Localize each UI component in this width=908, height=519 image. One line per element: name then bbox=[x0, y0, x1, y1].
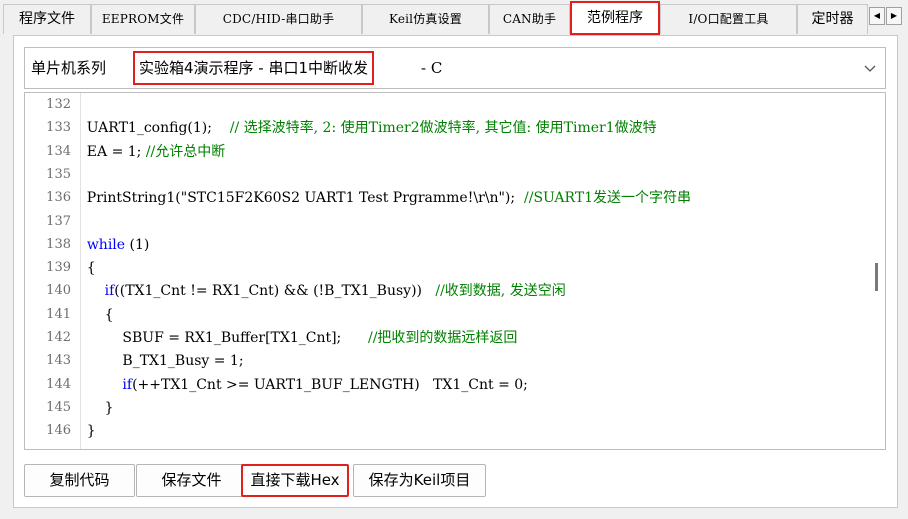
code-text: SBUF = RX1_Buffer[TX1_Cnt]; //把收到的数据远样返回 bbox=[69, 326, 517, 350]
tab-strip: 程序文件 EEPROM文件 CDC/HID-串口助手 Keil仿真设置 CAN助… bbox=[0, 0, 908, 36]
tab-cdc-hid-serial[interactable]: CDC/HID-串口助手 bbox=[195, 4, 362, 34]
code-line: 137 bbox=[25, 210, 885, 234]
code-line: 146 } bbox=[25, 419, 885, 443]
download-hex-button[interactable]: 直接下载Hex bbox=[241, 464, 349, 497]
code-line: 133 UART1_config(1); // 选择波特率, 2: 使用Time… bbox=[25, 116, 885, 140]
code-body: { bbox=[69, 306, 114, 323]
tab-io-config-tool[interactable]: I/O口配置工具 bbox=[660, 4, 797, 34]
code-body: UART1_config(1); bbox=[69, 120, 230, 137]
tab-scroll-left-icon[interactable]: ◀ bbox=[869, 7, 885, 25]
code-text: EA = 1; //允许总中断 bbox=[69, 140, 225, 164]
code-text: B_TX1_Busy = 1; bbox=[69, 349, 244, 373]
code-line: 142 SBUF = RX1_Buffer[TX1_Cnt]; //把收到的数据… bbox=[25, 326, 885, 350]
line-number: 146 bbox=[46, 423, 71, 439]
code-body: { bbox=[69, 260, 96, 277]
code-line: 145 } bbox=[25, 396, 885, 420]
code-comment: //SUART1发送一个字符串 bbox=[524, 190, 692, 207]
line-number: 136 bbox=[46, 190, 71, 206]
chevron-down-icon[interactable] bbox=[863, 61, 877, 75]
tab-scroll-right-icon[interactable]: ▶ bbox=[886, 7, 902, 25]
line-number: 142 bbox=[46, 330, 71, 345]
code-body: ((TX1_Cnt != RX1_Cnt) && (!B_TX1_Busy)) bbox=[114, 283, 436, 300]
code-comment: //把收到的数据远样返回 bbox=[367, 330, 518, 346]
line-number: 138 bbox=[46, 236, 71, 252]
sample-programs-panel: 单片机系列 实验箱4演示程序 - 串口1中断收发 - C 132 133 UART… bbox=[13, 35, 898, 508]
code-body: EA = 1; bbox=[69, 143, 146, 160]
code-body: B_TX1_Busy = 1; bbox=[69, 353, 244, 370]
line-number: 140 bbox=[46, 283, 71, 299]
code-text: while (1) bbox=[69, 233, 150, 257]
line-number: 134 bbox=[46, 143, 71, 159]
code-text: { bbox=[69, 256, 96, 280]
line-number: 145 bbox=[46, 399, 71, 415]
code-keyword: while bbox=[86, 236, 126, 253]
code-comment: //收到数据, 发送空闲 bbox=[435, 283, 566, 300]
save-file-button[interactable]: 保存文件 bbox=[136, 464, 247, 497]
series-select[interactable]: 单片机系列 实验箱4演示程序 - 串口1中断收发 - C bbox=[24, 47, 886, 89]
tab-sample-programs[interactable]: 范例程序 bbox=[570, 1, 660, 35]
code-line: 140 if((TX1_Cnt != RX1_Cnt) && (!B_TX1_B… bbox=[25, 279, 885, 303]
code-line: 138 while (1) bbox=[25, 233, 885, 257]
code-keyword: if bbox=[122, 376, 133, 393]
vertical-scrollbar[interactable] bbox=[869, 93, 885, 449]
code-text: if(++TX1_Cnt >= UART1_BUF_LENGTH) TX1_Cn… bbox=[69, 373, 528, 397]
tab-timer[interactable]: 定时器 bbox=[797, 4, 868, 34]
tab-keil-sim[interactable]: Keil仿真设置 bbox=[362, 4, 489, 34]
line-number: 144 bbox=[46, 376, 71, 392]
code-viewer[interactable]: 132 133 UART1_config(1); // 选择波特率, 2: 使用T… bbox=[24, 92, 886, 450]
code-text: if((TX1_Cnt != RX1_Cnt) && (!B_TX1_Busy)… bbox=[69, 279, 566, 303]
code-comment: //允许总中断 bbox=[145, 143, 226, 160]
code-body: } bbox=[69, 423, 96, 440]
download-hex-label: 直接下载Hex bbox=[250, 471, 340, 489]
line-number: 141 bbox=[46, 306, 71, 322]
code-body: (++TX1_Cnt >= UART1_BUF_LENGTH) TX1_Cnt … bbox=[132, 376, 528, 393]
code-line: 136 PrintString1("STC15F2K60S2 UART1 Tes… bbox=[25, 186, 885, 210]
line-number: 133 bbox=[46, 120, 71, 136]
code-body: } bbox=[69, 399, 114, 416]
line-number: 135 bbox=[46, 166, 71, 182]
code-text: } bbox=[69, 396, 114, 420]
code-line: 135 bbox=[25, 163, 885, 187]
code-body: PrintString1("STC15F2K60S2 UART1 Test Pr… bbox=[69, 190, 525, 207]
code-body: (1) bbox=[125, 236, 150, 253]
code-line: 143 B_TX1_Busy = 1; bbox=[25, 349, 885, 373]
save-as-keil-project-button[interactable]: 保存为Keil项目 bbox=[353, 464, 486, 497]
code-comment: // 选择波特率, 2: 使用Timer2做波特率, 其它值: 使用Timer1… bbox=[229, 120, 657, 137]
tab-can-helper[interactable]: CAN助手 bbox=[489, 4, 570, 34]
code-line: 132 bbox=[25, 93, 885, 117]
code-line: 144 if(++TX1_Cnt >= UART1_BUF_LENGTH) TX… bbox=[25, 373, 885, 397]
code-line: 139 { bbox=[25, 256, 885, 280]
line-number: 137 bbox=[46, 213, 71, 229]
code-text: UART1_config(1); // 选择波特率, 2: 使用Timer2做波… bbox=[69, 116, 657, 140]
series-suffix: - C bbox=[421, 59, 443, 77]
line-number: 132 bbox=[46, 97, 71, 112]
code-line: 134 EA = 1; //允许总中断 bbox=[25, 140, 885, 164]
code-body: SBUF = RX1_Buffer[TX1_Cnt]; bbox=[69, 330, 368, 346]
copy-code-button[interactable]: 复制代码 bbox=[24, 464, 135, 497]
line-number: 139 bbox=[46, 260, 71, 276]
tab-eeprom-file[interactable]: EEPROM文件 bbox=[91, 4, 195, 34]
series-label: 单片机系列 bbox=[31, 59, 107, 77]
code-text: PrintString1("STC15F2K60S2 UART1 Test Pr… bbox=[69, 186, 691, 210]
tab-program-file[interactable]: 程序文件 bbox=[3, 4, 91, 34]
line-number: 143 bbox=[46, 353, 71, 369]
series-selected-value[interactable]: 实验箱4演示程序 - 串口1中断收发 bbox=[133, 51, 375, 85]
code-line: 141 { bbox=[25, 303, 885, 327]
code-keyword: if bbox=[104, 283, 115, 300]
code-text: } bbox=[69, 419, 96, 443]
code-text: { bbox=[69, 303, 114, 327]
scrollbar-thumb[interactable] bbox=[875, 263, 878, 291]
